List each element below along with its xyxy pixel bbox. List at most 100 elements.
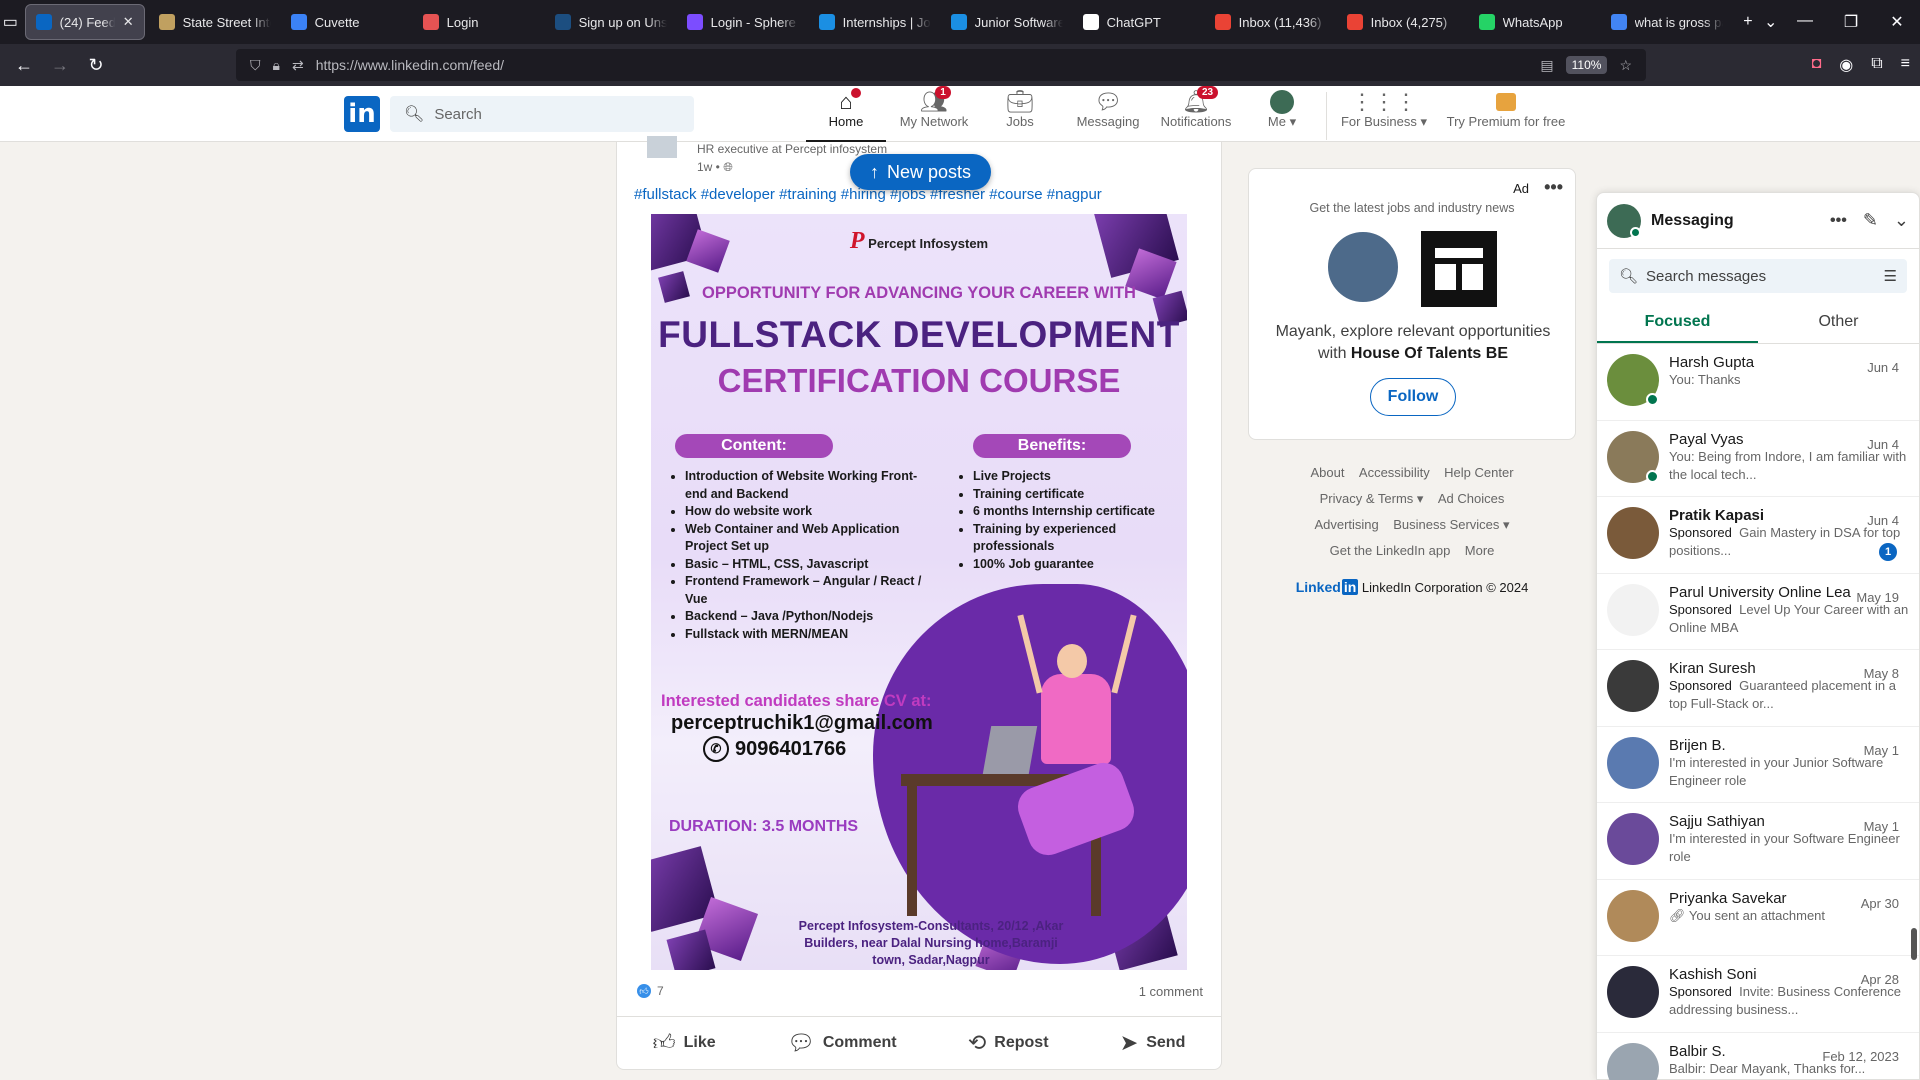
browser-tab[interactable]: State Street Internship: [149, 4, 281, 40]
search-messages-placeholder: Search messages: [1646, 267, 1767, 285]
close-window-icon[interactable]: ✕: [1874, 12, 1920, 32]
close-tab-icon[interactable]: ✕: [123, 14, 134, 30]
conversation-date: Feb 12, 2023: [1822, 1048, 1899, 1064]
shield-icon[interactable]: ⛉: [250, 57, 261, 74]
nav-home[interactable]: ⌂ Home: [806, 88, 886, 142]
like-button[interactable]: 👍︎ Like: [653, 1029, 716, 1056]
compose-icon[interactable]: ✎: [1863, 210, 1878, 231]
zoom-level[interactable]: 110%: [1565, 56, 1608, 74]
collapse-chevron-icon[interactable]: ⌄: [1894, 210, 1909, 231]
conversation-avatar: [1607, 354, 1659, 406]
extensions-icon[interactable]: ⧉: [1871, 55, 1882, 75]
footer-link[interactable]: Help Center: [1444, 465, 1513, 480]
nav-notifications[interactable]: 🔔︎ 23 Notifications: [1156, 86, 1236, 142]
browser-tab[interactable]: ChatGPT: [1073, 4, 1205, 40]
new-tab-icon[interactable]: +: [1737, 13, 1760, 31]
conversation-item[interactable]: Harsh Gupta You: Thanks Jun 4: [1597, 344, 1919, 421]
tab-focused[interactable]: Focused: [1597, 303, 1758, 343]
nav-messaging[interactable]: 💬︎ Messaging: [1070, 89, 1146, 142]
browser-tab[interactable]: Sign up on Unstop: [545, 4, 677, 40]
browser-tab[interactable]: Login: [413, 4, 545, 40]
search-messages-input[interactable]: 🔍︎ Search messages ☰: [1609, 259, 1907, 293]
address-bar[interactable]: ⛉ 🔒︎ ⇄ https://www.linkedin.com/feed/ ▤ …: [236, 49, 1646, 81]
conversation-date: May 8: [1863, 666, 1899, 681]
nav-my-network[interactable]: 👥︎ 1 My Network: [892, 86, 976, 142]
ad-more-icon[interactable]: •••: [1544, 177, 1563, 198]
comment-count[interactable]: 1 comment: [1139, 984, 1203, 999]
poster-avatar[interactable]: [647, 136, 677, 158]
search-icon: 🔍︎: [1619, 268, 1639, 285]
conversation-item[interactable]: Pratik Kapasi Sponsored Gain Mastery in D…: [1597, 497, 1919, 574]
minimize-icon[interactable]: —: [1782, 12, 1828, 32]
pocket-icon[interactable]: ◘: [1812, 55, 1822, 75]
ad-member-avatar: [1325, 229, 1401, 305]
browser-tab[interactable]: Internships | Jobs: [809, 4, 941, 40]
nav-premium[interactable]: Try Premium for free: [1444, 90, 1568, 142]
browser-tab-label: Login: [446, 14, 479, 30]
search-icon: 🔍︎: [404, 106, 425, 123]
linkedin-logo[interactable]: in: [344, 96, 380, 132]
footer-link[interactable]: Ad Choices: [1438, 491, 1504, 506]
send-button[interactable]: ➤ Send: [1120, 1030, 1186, 1056]
conversation-item[interactable]: Brijen B. I'm interested in your Junior S…: [1597, 727, 1919, 803]
search-input[interactable]: 🔍︎ Search: [390, 96, 694, 132]
post-image[interactable]: P Percept Infosystem OPPORTUNITY FOR ADV…: [651, 214, 1187, 970]
footer-link[interactable]: Advertising: [1314, 517, 1378, 532]
nav-notifications-label: Notifications: [1160, 114, 1232, 129]
browser-tab-label: State Street Internship: [182, 14, 271, 30]
browser-tab[interactable]: Cuvette: [281, 4, 413, 40]
nav-me[interactable]: Me ▾: [1254, 90, 1310, 142]
browser-tab[interactable]: what is gross pay: [1601, 4, 1733, 40]
conversation-item[interactable]: Payal Vyas You: Being from Indore, I am f…: [1597, 421, 1919, 497]
browser-tab[interactable]: Inbox (11,436): [1205, 4, 1337, 40]
reactions-summary[interactable]: 👍︎ 7: [637, 984, 664, 998]
footer-link[interactable]: Privacy & Terms: [1320, 491, 1414, 506]
tab-overview-icon[interactable]: ▭: [0, 12, 21, 32]
content-list: Introduction of Website Working Front-en…: [673, 468, 933, 643]
comment-button[interactable]: 💬︎ Comment: [787, 1030, 897, 1056]
footer-link[interactable]: Business Services: [1393, 517, 1499, 532]
person-torso: [1041, 674, 1111, 764]
tab-other[interactable]: Other: [1758, 303, 1919, 343]
url-text[interactable]: https://www.linkedin.com/feed/: [316, 57, 504, 73]
back-icon[interactable]: ←: [6, 55, 42, 76]
like-reaction-icon: 👍︎: [637, 984, 651, 998]
forward-icon[interactable]: →: [42, 55, 78, 76]
browser-tab[interactable]: WhatsApp: [1469, 4, 1601, 40]
bookmark-star-icon[interactable]: ☆: [1619, 57, 1632, 74]
scrollbar-thumb[interactable]: [1911, 928, 1917, 960]
repost-button[interactable]: ⟲ Repost: [968, 1030, 1049, 1056]
footer-link[interactable]: About: [1310, 465, 1344, 480]
conversation-item[interactable]: Kashish Soni Sponsored Invite: Business C…: [1597, 956, 1919, 1033]
tab-list-chevron-icon[interactable]: ⌄: [1759, 12, 1782, 32]
footer-link[interactable]: Accessibility: [1359, 465, 1430, 480]
permissions-icon[interactable]: ⇄: [292, 57, 304, 74]
conversation-date: Jun 4: [1867, 360, 1899, 375]
footer-link[interactable]: More: [1465, 543, 1495, 558]
conversation-preview: Sponsored Gain Mastery in DSA for top po…: [1669, 525, 1901, 558]
follow-button[interactable]: Follow: [1370, 378, 1456, 416]
conversation-item[interactable]: Parul University Online Lea Sponsored Lev…: [1597, 574, 1919, 650]
conversation-item[interactable]: Balbir S. Balbir: Dear Mayank, Thanks for…: [1597, 1033, 1919, 1080]
reload-icon[interactable]: ↻: [78, 55, 114, 76]
maximize-icon[interactable]: ❐: [1828, 12, 1874, 32]
linkedin-wordmark: Linked in: [1295, 579, 1359, 595]
browser-tab[interactable]: (24) Feed | LinkedIn ✕: [24, 4, 145, 40]
browser-tab[interactable]: Login - Sphere: [677, 4, 809, 40]
nav-jobs[interactable]: 💼︎ Jobs: [992, 89, 1048, 142]
conversation-item[interactable]: Sajju Sathiyan I'm interested in your Sof…: [1597, 803, 1919, 880]
conversation-item[interactable]: Kiran Suresh Sponsored Guaranteed placeme…: [1597, 650, 1919, 727]
browser-tab-label: Inbox (4,275): [1370, 14, 1448, 30]
new-posts-button[interactable]: ↑ New posts: [850, 154, 992, 190]
footer-link[interactable]: Get the LinkedIn app: [1330, 543, 1451, 558]
messaging-header[interactable]: Messaging ••• ✎ ⌄: [1597, 193, 1919, 249]
messaging-more-icon[interactable]: •••: [1830, 212, 1847, 230]
conversation-item[interactable]: Priyanka Savekar 🔗︎ You sent an attachmen…: [1597, 880, 1919, 956]
browser-tab[interactable]: Inbox (4,275): [1337, 4, 1469, 40]
nav-for-business[interactable]: ⋮⋮⋮ For Business ▾: [1336, 89, 1432, 142]
filter-icon[interactable]: ☰: [1884, 267, 1897, 285]
browser-tab[interactable]: Junior Software: [941, 4, 1073, 40]
menu-icon[interactable]: ≡: [1901, 55, 1910, 75]
account-icon[interactable]: ◉: [1839, 55, 1853, 75]
reader-view-icon[interactable]: ▤: [1540, 57, 1553, 74]
